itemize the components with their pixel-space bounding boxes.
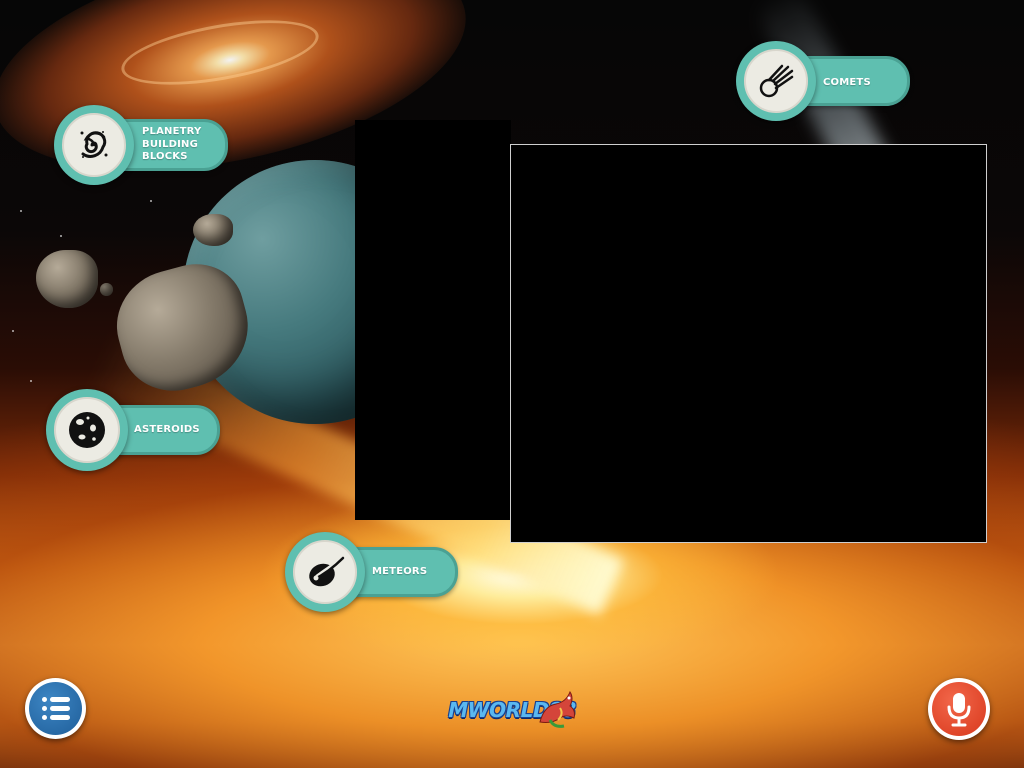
backdrop-panel bbox=[355, 120, 511, 520]
asteroid-rock bbox=[193, 214, 233, 246]
topic-label: ASTEROIDS bbox=[134, 424, 200, 435]
comet-icon bbox=[759, 64, 794, 98]
microphone-icon bbox=[947, 693, 971, 727]
mworld88-logo: MWORLD88 bbox=[444, 686, 580, 734]
star bbox=[20, 210, 22, 212]
dragon-icon bbox=[539, 690, 575, 728]
star bbox=[30, 380, 32, 382]
topic-icon-disc[interactable] bbox=[736, 41, 816, 121]
topic-icon-disc[interactable] bbox=[54, 105, 134, 185]
galaxy-icon bbox=[80, 131, 108, 158]
topic-label: METEORS bbox=[372, 566, 428, 577]
video-player-panel[interactable] bbox=[510, 144, 987, 543]
topic-icon-disc[interactable] bbox=[285, 532, 365, 612]
topic-label: COMETS bbox=[823, 77, 871, 88]
asteroid-icon bbox=[69, 412, 105, 448]
star bbox=[12, 330, 14, 332]
star bbox=[150, 200, 152, 202]
meteor-icon bbox=[309, 556, 345, 587]
asteroid-rock bbox=[36, 250, 98, 308]
topic-icon-disc[interactable] bbox=[46, 389, 128, 471]
microphone-button[interactable] bbox=[928, 678, 990, 740]
topic-label: PLANETRY BUILDING BLOCKS bbox=[142, 126, 202, 162]
star bbox=[60, 235, 62, 237]
asteroid-rock bbox=[100, 283, 113, 296]
list-menu-icon[interactable] bbox=[29, 682, 82, 735]
menu-button[interactable] bbox=[25, 678, 86, 739]
